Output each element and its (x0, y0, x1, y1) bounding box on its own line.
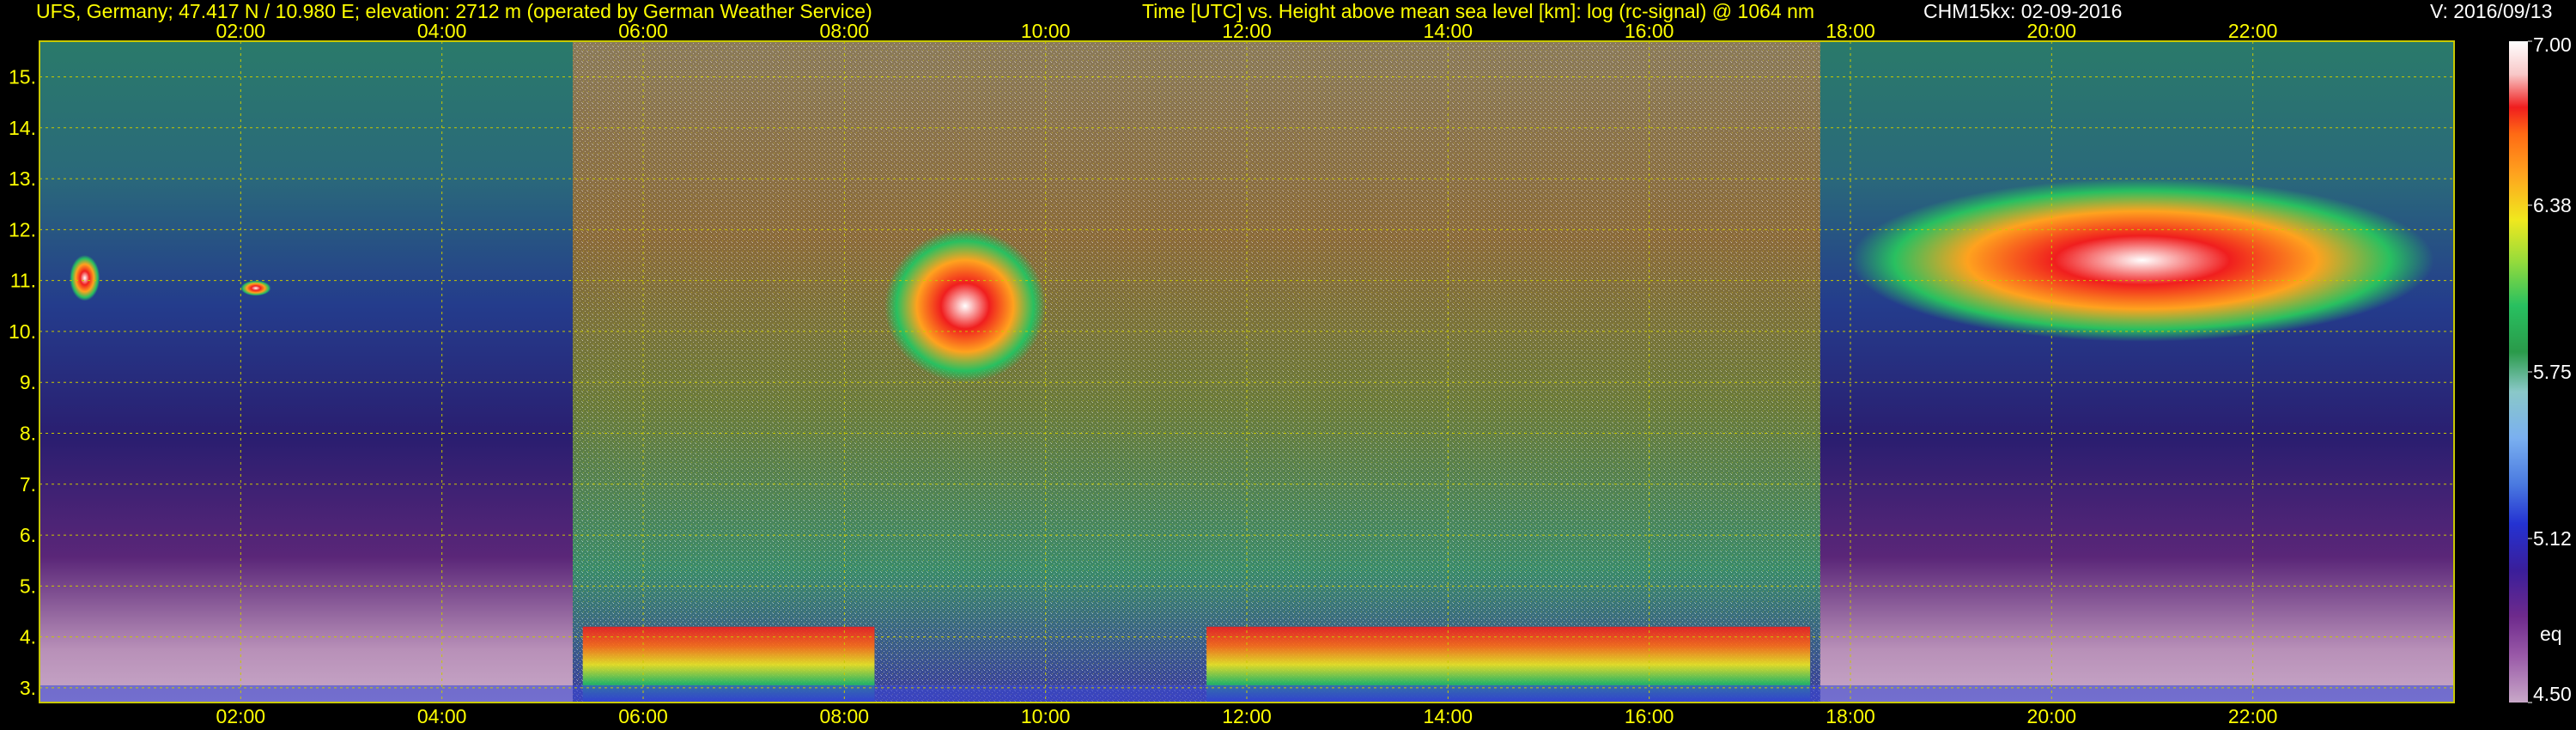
x-tick-label-bottom: 04:00 (417, 705, 467, 727)
x-tick-label-top: 20:00 (2027, 20, 2077, 42)
colorbar-note: eq (2540, 623, 2562, 645)
x-tick-label-top: 14:00 (1424, 20, 1473, 42)
colorbar-tick-label: 4.50 (2533, 683, 2572, 705)
y-tick-label: 10. (9, 320, 36, 343)
y-tick-label: 6. (20, 524, 36, 546)
x-tick-label-top: 10:00 (1021, 20, 1071, 42)
y-tick-label: 11. (10, 270, 36, 292)
x-tick-label-bottom: 12:00 (1222, 705, 1272, 727)
x-tick-label-bottom: 20:00 (2027, 705, 2077, 727)
lidar-heatmap-chart: 02:00 02:00 04:00 04:00 06:00 06:00 08:00 08:00… (9, 20, 2572, 727)
x-tick-label-top: 04:00 (417, 20, 467, 42)
y-tick-label: 14. (9, 117, 36, 139)
x-tick-label-top: 08:00 (820, 20, 870, 42)
cirrus-cloud-3 (884, 229, 1046, 383)
x-tick-label-top: 22:00 (2228, 20, 2278, 42)
colorbar-tick-label: 7.00 (2533, 33, 2572, 56)
y-tick-label: 5. (20, 575, 36, 597)
x-tick-label-bottom: 18:00 (1826, 705, 1875, 727)
x-tick-label-bottom: 14:00 (1424, 705, 1473, 727)
y-tick-label: 8. (20, 422, 36, 444)
x-tick-label-top: 18:00 (1826, 20, 1875, 42)
y-tick-label: 7. (20, 473, 36, 496)
y-tick-label: 12. (9, 218, 36, 240)
x-tick-label-bottom: 10:00 (1021, 705, 1071, 727)
colorbar-tick-label: 5.75 (2533, 361, 2572, 383)
small-cloud-5 (70, 254, 100, 301)
y-tick-label: 13. (9, 167, 36, 190)
x-tick-label-bottom: 16:00 (1625, 705, 1674, 727)
x-tick-label-bottom: 02:00 (216, 705, 266, 727)
x-tick-label-bottom: 22:00 (2228, 705, 2278, 727)
x-tick-label-top: 16:00 (1625, 20, 1674, 42)
y-tick-label: 15. (9, 65, 36, 88)
colorbar-gradient (2509, 41, 2528, 703)
x-tick-label-bottom: 08:00 (820, 705, 870, 727)
y-tick-label: 3. (20, 677, 36, 699)
y-tick-label: 9. (20, 371, 36, 393)
x-tick-label-top: 06:00 (618, 20, 668, 42)
x-tick-label-bottom: 06:00 (618, 705, 668, 727)
noise-overlay (572, 41, 1820, 703)
x-tick-label-top: 02:00 (216, 20, 266, 42)
colorbar-tick-label: 5.12 (2533, 527, 2572, 550)
small-cloud-6 (240, 280, 271, 296)
cirrus-cloud-4 (1850, 179, 2434, 342)
colorbar-tick-label: 6.38 (2533, 194, 2572, 216)
y-tick-label: 4. (20, 626, 36, 648)
x-tick-label-top: 12:00 (1222, 20, 1272, 42)
